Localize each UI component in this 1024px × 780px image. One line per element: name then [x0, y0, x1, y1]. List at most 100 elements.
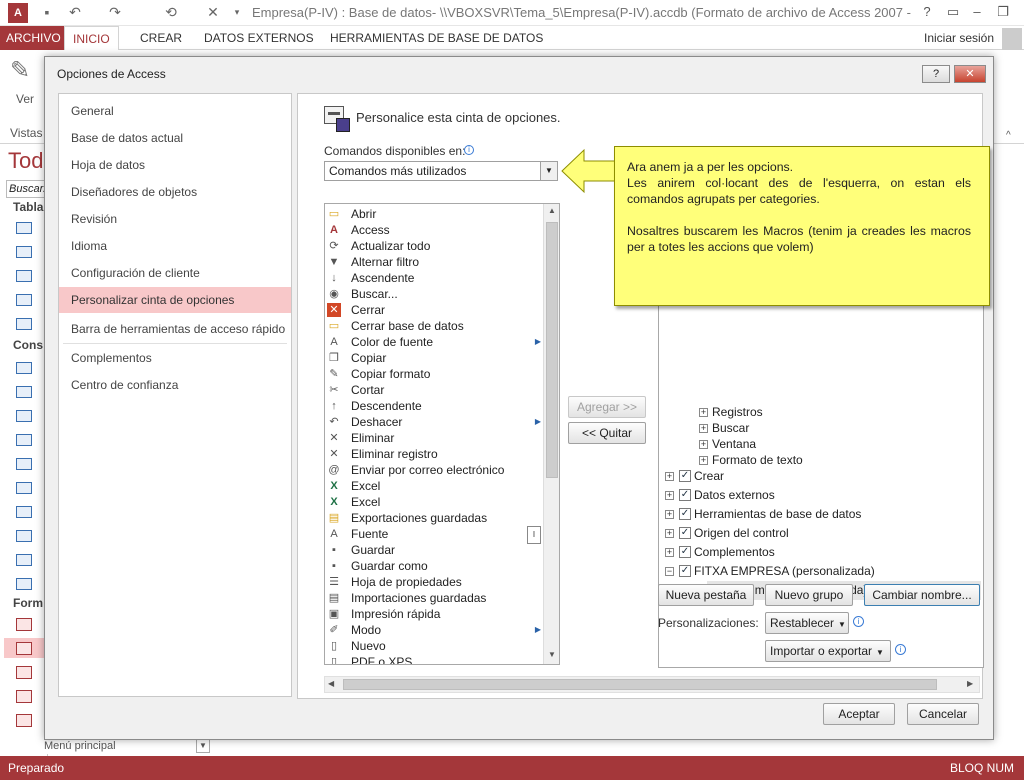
info-icon[interactable]: i — [464, 145, 474, 155]
scroll-up-icon[interactable]: ▲ — [548, 206, 556, 215]
query-icon[interactable] — [16, 434, 32, 446]
list-item[interactable]: A Access — [325, 222, 543, 238]
view-icon[interactable]: ✎ — [10, 56, 40, 86]
cancel-button[interactable]: Cancelar — [907, 703, 979, 725]
query-icon[interactable] — [16, 458, 32, 470]
list-item[interactable]: @ Enviar por correo electrónico — [325, 462, 543, 478]
nav-pane-title[interactable]: Tod — [8, 148, 43, 174]
list-item[interactable]: ↓ Ascendente — [325, 270, 543, 286]
list-item[interactable]: ▣ Impresión rápida — [325, 606, 543, 622]
query-icon[interactable] — [16, 362, 32, 374]
list-item[interactable]: ✕ Eliminar registro — [325, 446, 543, 462]
avatar[interactable] — [1002, 28, 1022, 50]
checkbox[interactable]: ✓ — [679, 546, 691, 558]
nav-quick-access-toolbar[interactable]: Barra de herramientas de acceso rápido — [59, 316, 291, 342]
tab-crear[interactable]: CREAR — [132, 26, 190, 50]
add-button[interactable]: Agregar >> — [568, 396, 646, 418]
query-icon[interactable] — [16, 410, 32, 422]
list-item[interactable]: ✐ Modo ▶ — [325, 622, 543, 638]
nav-current-database[interactable]: Base de datos actual — [59, 125, 291, 151]
list-item[interactable]: ✕ Eliminar — [325, 430, 543, 446]
form-icon[interactable] — [16, 714, 32, 727]
commands-list[interactable]: ▭ Abrir A Access ⟳ Actualizar todo ▼ Alternar f… — [324, 203, 560, 665]
list-item[interactable]: ↑ Descendente — [325, 398, 543, 414]
tree-node[interactable]: + ✓ Complementos — [659, 543, 983, 562]
list-item[interactable]: ⟳ Actualizar todo — [325, 238, 543, 254]
ribbon-display-icon[interactable]: ▭ — [942, 3, 964, 21]
new-tab-button[interactable]: Nueva pestaña — [658, 584, 754, 606]
expand-icon[interactable]: + — [665, 548, 674, 557]
tree-node[interactable]: + ✓ Crear — [659, 467, 983, 486]
checkbox[interactable]: ✓ — [679, 508, 691, 520]
import-export-button[interactable]: Importar o exportar ▼ — [765, 640, 891, 662]
tree-node[interactable]: − ✓ FITXA EMPRESA (personalizada) — [659, 562, 983, 581]
nav-datasheet[interactable]: Hoja de datos — [59, 152, 291, 178]
list-item[interactable]: ↶ Deshacer ▶ — [325, 414, 543, 430]
help-icon[interactable]: ? — [916, 3, 938, 21]
expand-icon[interactable]: + — [699, 456, 708, 465]
list-item[interactable]: X Excel — [325, 494, 543, 510]
tree-node[interactable]: + ✓ Herramientas de base de datos — [659, 505, 983, 524]
tree-node[interactable]: + ✓ Datos externos — [659, 486, 983, 505]
form-icon[interactable] — [16, 690, 32, 703]
tab-herramientas[interactable]: HERRAMIENTAS DE BASE DE DATOS — [322, 26, 551, 50]
nav-trust-center[interactable]: Centro de confianza — [59, 372, 291, 398]
chevron-down-icon[interactable]: ▼ — [196, 739, 210, 753]
nav-object-designers[interactable]: Diseñadores de objetos — [59, 179, 291, 205]
expand-icon[interactable]: + — [665, 472, 674, 481]
scroll-down-icon[interactable]: ▼ — [548, 650, 556, 659]
hscroll-thumb[interactable] — [343, 679, 937, 690]
checkbox[interactable]: ✓ — [679, 565, 691, 577]
table-icon[interactable] — [16, 294, 32, 306]
checkbox[interactable]: ✓ — [679, 527, 691, 539]
expand-icon[interactable]: + — [699, 440, 708, 449]
nav-language[interactable]: Idioma — [59, 233, 291, 259]
scroll-right-icon[interactable]: ▶ — [967, 679, 973, 688]
list-item[interactable]: ▪ Guardar — [325, 542, 543, 558]
tab-inicio[interactable]: INICIO — [64, 26, 119, 51]
list-item[interactable]: ▯ PDF o XPS — [325, 654, 543, 664]
list-item[interactable]: A Color de fuente ▶ — [325, 334, 543, 350]
query-icon[interactable] — [16, 554, 32, 566]
list-item[interactable]: ▤ Exportaciones guardadas — [325, 510, 543, 526]
horizontal-scrollbar[interactable]: ◀ ▶ — [324, 676, 980, 693]
redo-icon[interactable]: ↷ — [106, 3, 124, 21]
close-x-icon[interactable]: ✕ — [204, 3, 222, 21]
close-button[interactable]: ✕ — [954, 65, 986, 83]
list-item[interactable]: ☰ Hoja de propiedades — [325, 574, 543, 590]
quick-access-history-icon[interactable]: ⟲ — [162, 3, 180, 21]
new-group-button[interactable]: Nuevo grupo — [765, 584, 853, 606]
signin-link[interactable]: Iniciar sesión — [916, 26, 1002, 50]
restore-icon[interactable]: ❐ — [992, 3, 1014, 21]
help-button[interactable]: ? — [922, 65, 950, 83]
nav-add-ins[interactable]: Complementos — [59, 345, 291, 371]
list-item[interactable]: ▼ Alternar filtro — [325, 254, 543, 270]
checkbox[interactable]: ✓ — [679, 489, 691, 501]
nav-group-tables[interactable]: Tabla — [13, 200, 43, 214]
chevron-down-icon[interactable]: ▼ — [540, 162, 557, 180]
list-item[interactable]: ◉ Buscar... — [325, 286, 543, 302]
remove-button[interactable]: << Quitar — [568, 422, 646, 444]
minimize-icon[interactable]: – — [966, 3, 988, 21]
list-item[interactable]: ▪ Guardar como — [325, 558, 543, 574]
rename-button[interactable]: Cambiar nombre... — [864, 584, 980, 606]
commands-scrollbar[interactable]: ▲ ▼ — [543, 204, 559, 664]
collapse-icon[interactable]: − — [665, 567, 674, 576]
checkbox[interactable]: ✓ — [679, 470, 691, 482]
tree-node[interactable]: + ✓ Origen del control — [659, 524, 983, 543]
view-label[interactable]: Ver — [16, 92, 34, 106]
nav-item-menu-principal[interactable]: Menú principal ▼ — [40, 738, 210, 754]
scroll-thumb[interactable] — [546, 222, 558, 478]
commands-select[interactable]: Comandos más utilizados ▼ — [324, 161, 558, 181]
info-icon[interactable]: i — [895, 644, 906, 655]
list-item[interactable]: ▭ Cerrar base de datos — [325, 318, 543, 334]
nav-client-settings[interactable]: Configuración de cliente — [59, 260, 291, 286]
table-icon[interactable] — [16, 318, 32, 330]
list-item[interactable]: ✕ Cerrar — [325, 302, 543, 318]
scroll-left-icon[interactable]: ◀ — [328, 679, 334, 688]
access-app-icon[interactable]: A — [8, 3, 28, 23]
tab-archivo[interactable]: ARCHIVO — [0, 26, 67, 50]
nav-proofing[interactable]: Revisión — [59, 206, 291, 232]
list-item[interactable]: ▭ Abrir — [325, 206, 543, 222]
expand-icon[interactable]: + — [665, 529, 674, 538]
